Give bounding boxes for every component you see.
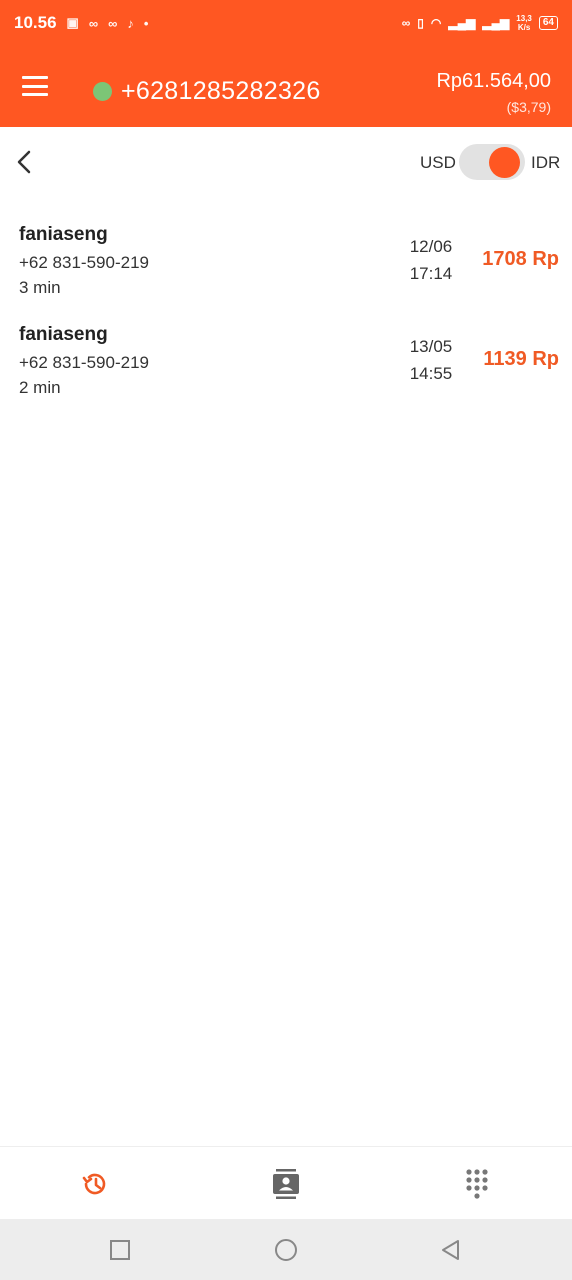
notification-link-icon: ∞ (88, 15, 99, 31)
nav-contacts[interactable] (191, 1147, 381, 1220)
call-cost: 1708 Rp (482, 248, 559, 270)
history-icon (82, 1173, 106, 1194)
status-left: 10.56 ▣ ∞ ∞ ♪ • (14, 13, 148, 33)
more-notifications-dot-icon: • (143, 15, 149, 31)
nav-history[interactable] (0, 1147, 190, 1220)
vibrate-icon: ▯ (417, 16, 424, 30)
contacts-icon (273, 1168, 299, 1199)
currency-idr-label: IDR (531, 153, 561, 172)
history-toolbar: USD IDR (0, 127, 572, 197)
menu-icon-line (22, 76, 48, 79)
battery-icon: 64 (538, 16, 558, 30)
signal-icon-2: ▂▄▆ (482, 16, 510, 30)
home-button[interactable] (273, 1237, 299, 1263)
call-date: 12/06 (409, 237, 453, 256)
signal-icon: ▂▄▆ (448, 16, 476, 30)
status-bar: 10.56 ▣ ∞ ∞ ♪ • ∞ ▯ ◠ ▂▄▆ ▂▄▆ 13,3 K/s 6… (0, 0, 572, 46)
wifi-icon: ◠ (430, 16, 442, 30)
nav-dialpad[interactable] (382, 1147, 572, 1220)
toggle-knob (489, 147, 520, 178)
call-list-item[interactable]: faniaseng +62 831-590-219 2 min 13/05 14… (0, 310, 572, 410)
balance-amount: Rp61.564,00 (436, 70, 551, 92)
app-bar: +6281285282326 Rp61.564,00 ($3,79) (0, 46, 572, 127)
chevron-left-icon (17, 150, 31, 174)
recents-button[interactable] (107, 1237, 133, 1263)
menu-icon-line (22, 93, 48, 96)
call-duration: 3 min (19, 278, 61, 297)
account-phone-number: +6281285282326 (121, 77, 321, 105)
back-button[interactable] (14, 149, 36, 175)
menu-icon-line (22, 84, 48, 88)
currency-toggle[interactable] (459, 142, 525, 182)
hotspot-icon: ∞ (401, 16, 411, 30)
dialpad-icon (466, 1168, 488, 1199)
call-time: 14:55 (409, 364, 453, 383)
system-navigation-bar (0, 1219, 572, 1280)
balance-usd-amount: ($3,79) (506, 99, 551, 115)
menu-button[interactable] (22, 76, 48, 96)
call-number: +62 831-590-219 (19, 353, 149, 372)
online-status-icon (93, 82, 112, 101)
notification-app-icon: ▣ (66, 15, 79, 30)
network-speed: 13,3 K/s (516, 14, 532, 32)
back-icon (442, 1240, 459, 1260)
call-duration: 2 min (19, 378, 61, 397)
recents-icon (110, 1240, 130, 1260)
tiktok-icon: ♪ (127, 15, 134, 31)
call-time: 17:14 (409, 264, 453, 283)
call-contact-name: faniaseng (19, 324, 108, 345)
status-time: 10.56 (14, 13, 57, 32)
notification-link-icon-2: ∞ (108, 15, 118, 31)
call-history-list: faniaseng +62 831-590-219 3 min 12/06 17… (0, 210, 572, 410)
status-right: ∞ ▯ ◠ ▂▄▆ ▂▄▆ 13,3 K/s 64 (402, 14, 558, 32)
call-list-item[interactable]: faniaseng +62 831-590-219 3 min 12/06 17… (0, 210, 572, 310)
bottom-navigation (0, 1146, 572, 1219)
call-date: 13/05 (409, 337, 453, 356)
call-number: +62 831-590-219 (19, 253, 149, 272)
system-back-button[interactable] (438, 1237, 464, 1263)
call-contact-name: faniaseng (19, 224, 108, 245)
currency-usd-label: USD (420, 153, 456, 172)
call-cost: 1139 Rp (483, 348, 559, 370)
home-icon (275, 1239, 297, 1261)
